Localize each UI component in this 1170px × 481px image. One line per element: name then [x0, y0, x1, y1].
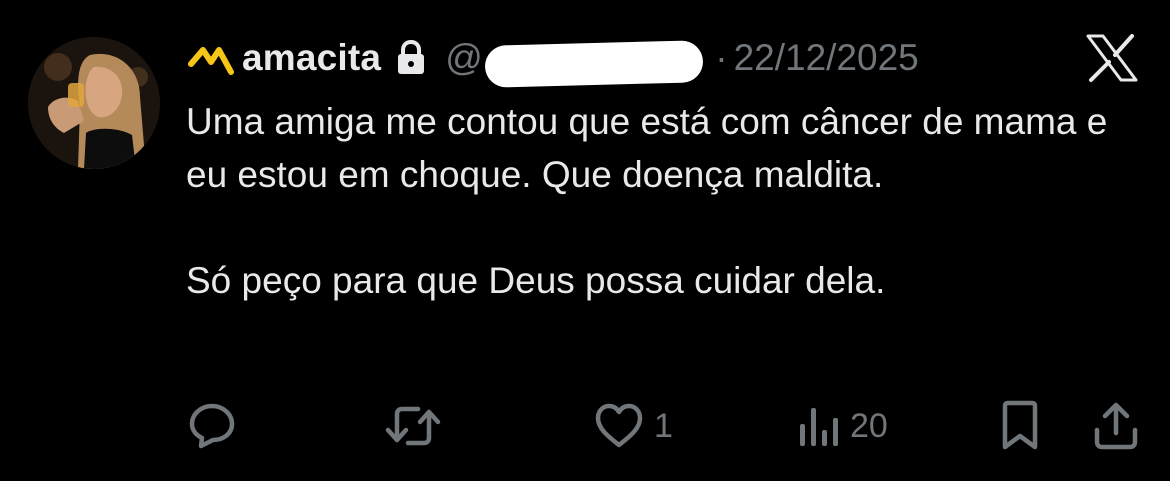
avatar[interactable]: [28, 37, 160, 169]
tweet-header: amacita @ · 22/12/2025: [188, 30, 919, 88]
like-count: 1: [654, 406, 673, 445]
tweet-card[interactable]: amacita @ · 22/12/2025 Uma amiga me cont…: [0, 0, 1170, 481]
retweet-button[interactable]: [384, 398, 442, 454]
user-handle: @: [445, 37, 483, 78]
heart-icon: [595, 403, 643, 448]
tweet-paragraph-2: Só peço para que Deus possa cuidar dela.: [186, 260, 886, 301]
views-count: 20: [850, 406, 888, 445]
handle-redaction: [484, 40, 704, 88]
crown-badge-icon: [188, 47, 234, 75]
bookmark-icon: [1002, 400, 1038, 450]
display-name[interactable]: amacita: [242, 37, 381, 79]
share-icon: [1094, 402, 1138, 450]
bookmark-button[interactable]: [998, 398, 1042, 454]
tweet-text: Uma amiga me contou que está com câncer …: [186, 95, 1146, 307]
action-bar: 1 20: [0, 398, 1170, 454]
reply-icon: [189, 403, 235, 449]
retweet-icon: [385, 406, 441, 446]
share-button[interactable]: [1092, 398, 1140, 454]
tweet-paragraph-1: Uma amiga me contou que está com câncer …: [186, 101, 1108, 195]
separator-dot: ·: [715, 37, 728, 78]
like-button[interactable]: 1: [594, 398, 673, 454]
views-button[interactable]: 20: [798, 398, 888, 454]
reply-button[interactable]: [186, 398, 238, 454]
x-logo-icon[interactable]: [1084, 33, 1140, 83]
handle-wrap[interactable]: @: [445, 37, 709, 88]
avatar-photo: [28, 37, 160, 169]
tweet-date[interactable]: 22/12/2025: [734, 37, 919, 79]
views-icon: [800, 408, 838, 446]
lock-icon: [398, 40, 425, 74]
